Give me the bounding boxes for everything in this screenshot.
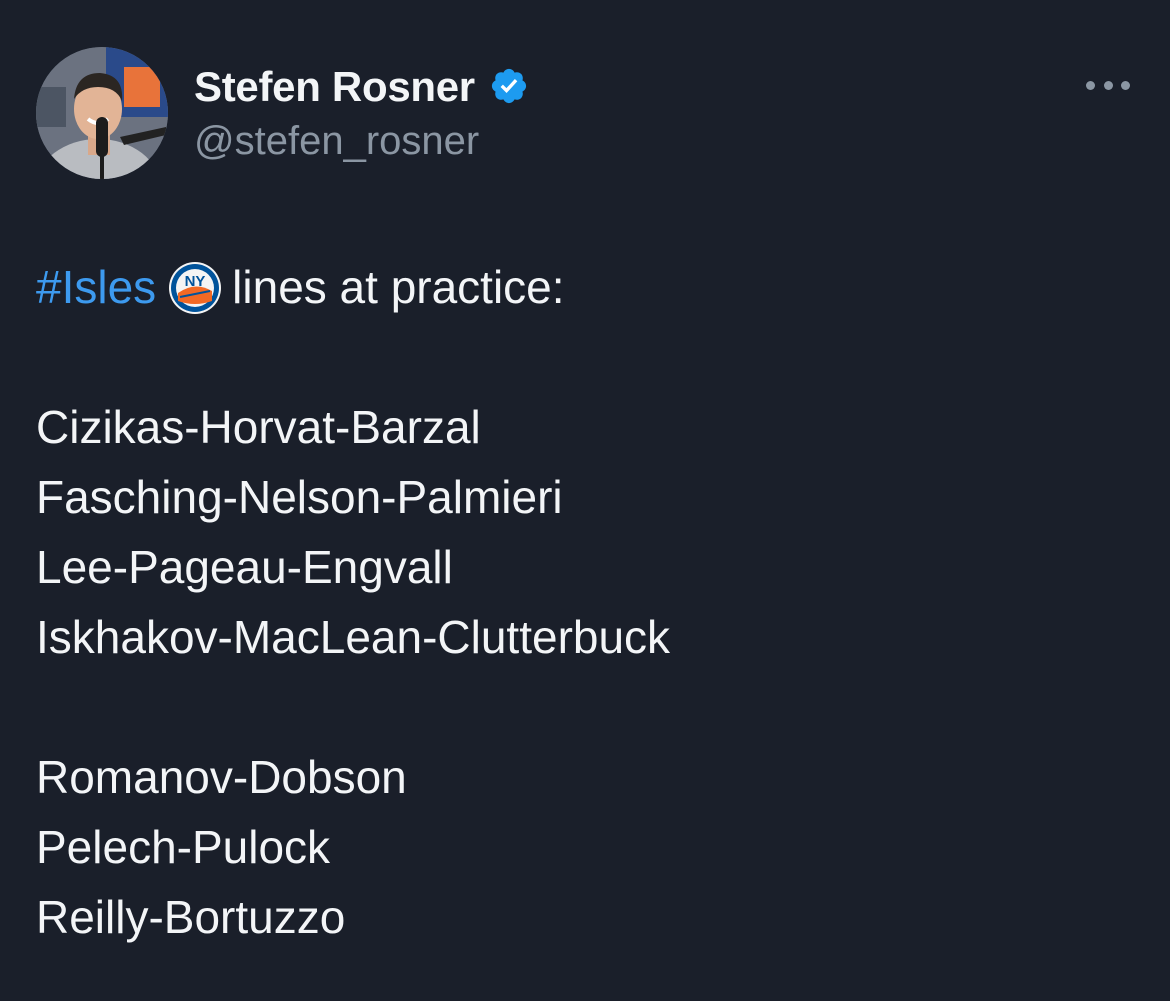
forward-line: Fasching-Nelson-Palmieri (36, 471, 563, 523)
dot (1086, 80, 1095, 90)
forward-line: Cizikas-Horvat-Barzal (36, 401, 481, 453)
defense-pair: Pelech-Pulock (36, 821, 331, 873)
svg-text:NY: NY (185, 273, 206, 290)
avatar-photo (36, 47, 168, 179)
forward-line: Iskhakov-MacLean-Clutterbuck (36, 611, 671, 663)
hashtag-link[interactable]: #Isles (36, 261, 156, 313)
avatar[interactable] (36, 47, 168, 179)
author-handle[interactable]: @stefen_rosner (194, 116, 479, 166)
tweet-text: #Isles NY lines at practice: Cizikas-Hor… (36, 252, 1136, 952)
defense-pair: Reilly-Bortuzzo (36, 891, 346, 943)
tweet-card: Stefen Rosner @stefen_rosner #Isles NY l… (0, 0, 1170, 1001)
tweet-intro: lines at practice: (232, 261, 565, 313)
author-name[interactable]: Stefen Rosner (194, 62, 475, 112)
forward-line: Lee-Pageau-Engvall (36, 541, 453, 593)
tweet-intro-line: #Isles NY lines at practice: (36, 252, 1136, 322)
author-name-row[interactable]: Stefen Rosner (194, 62, 529, 112)
defense-pair: Romanov-Dobson (36, 751, 407, 803)
dot (1103, 80, 1113, 90)
verified-badge-icon (489, 66, 529, 106)
new-york-islanders-logo-icon: NY (168, 261, 222, 315)
more-options-icon[interactable] (1086, 72, 1130, 98)
dot (1121, 80, 1130, 90)
